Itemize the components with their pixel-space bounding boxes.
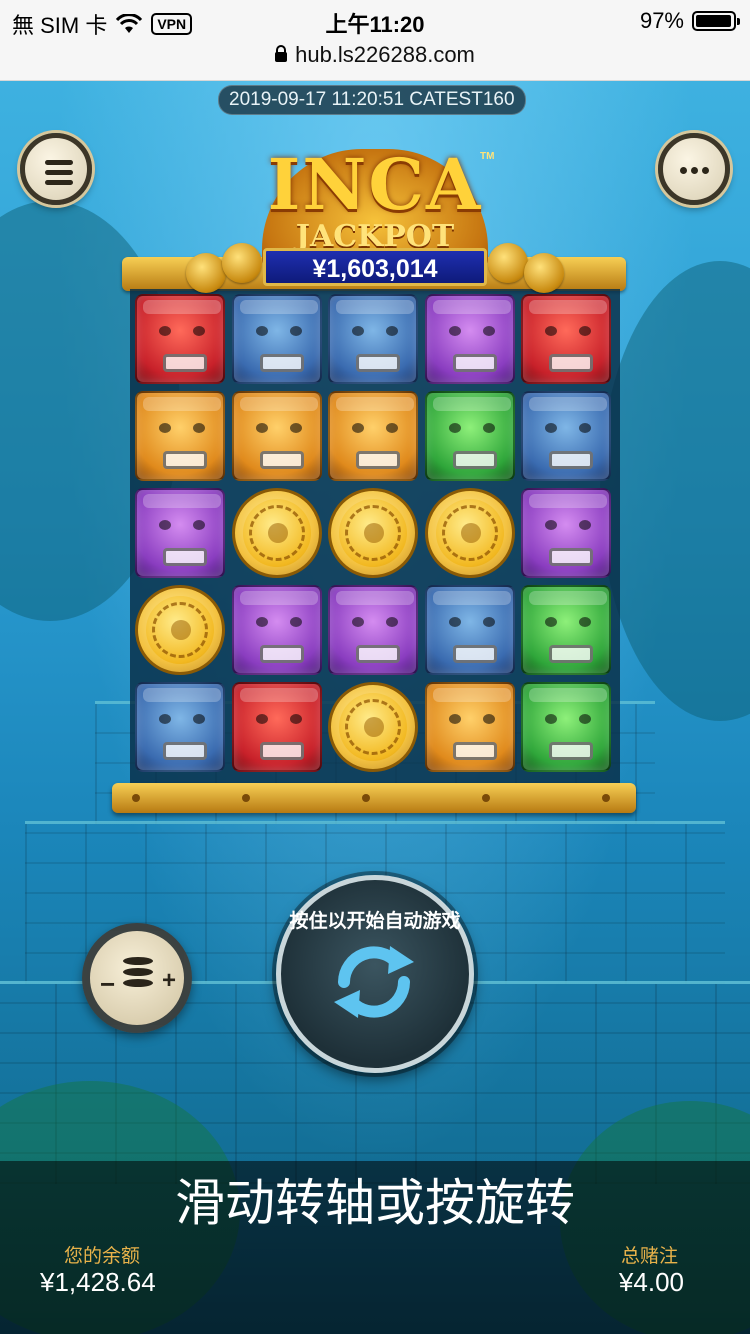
minus-icon: − [100,969,116,999]
blue-mask-symbol [521,391,611,481]
gold-coin-decoration [222,243,262,283]
more-dots-icon [680,167,709,174]
more-options-button[interactable] [658,133,730,205]
clock: 上午11:20 [325,12,425,37]
blue-mask-symbol [424,585,515,675]
green-mask-symbol [424,391,515,481]
gold-coin-decoration [488,243,528,283]
reel-grid[interactable] [130,289,620,785]
gold-coin-symbol [328,488,418,578]
gold-coin-symbol [135,585,225,675]
purple-mask-symbol [521,488,611,578]
balance-label: 您的余额 [64,1246,141,1267]
address-bar[interactable]: hub.ls226288.com [0,42,750,68]
autoplay-hint: 按住以开始自动游戏 [289,911,461,932]
trademark-symbol: TM [480,151,495,162]
battery-level [696,15,731,27]
red-mask-symbol [135,294,225,384]
battery-icon [692,11,740,31]
reel-frame-bottom [112,783,636,813]
game-scene: 2019-09-17 11:20:51 CATEST160 INCA JACKP… [0,81,750,1334]
hamburger-icon [45,160,73,190]
balance-value: ¥1,428.64 [40,1267,156,1297]
game-logo: INCA JACKPOT TM [262,143,494,269]
lock-icon [275,45,288,62]
blue-mask-symbol [231,294,322,384]
green-mask-symbol [521,585,611,675]
gold-coin-decoration [186,253,226,293]
blue-mask-symbol [135,682,225,772]
purple-mask-symbol [135,488,225,578]
total-bet-value: ¥4.00 [618,1267,684,1297]
orange-mask-symbol [424,682,515,772]
browser-status-bar: 無 SIM 卡 VPN 上午11:20 97% hub.ls226288.com [0,0,750,81]
orange-mask-symbol [328,391,418,481]
purple-mask-symbol [231,585,322,675]
orange-mask-symbol [231,391,322,481]
blue-mask-symbol [328,294,418,384]
purple-mask-symbol [424,294,515,384]
spin-arrows-icon [334,946,414,1018]
jackpot-amount: ¥1,603,014 [263,248,487,286]
url-text: hub.ls226288.com [295,42,475,67]
menu-button[interactable] [20,133,92,205]
logo-title: INCA [267,143,483,226]
plus-icon: + [162,967,177,994]
red-mask-symbol [521,294,611,384]
gold-coin-symbol [231,488,322,578]
swipe-hint: 滑动转轴或按旋转 [175,1175,575,1231]
purple-mask-symbol [328,585,418,675]
gold-coin-decoration [524,253,564,293]
total-bet-label: 总赌注 [620,1246,678,1267]
battery-percent: 97% [639,8,684,33]
red-mask-symbol [231,682,322,772]
gold-coin-symbol [328,682,418,772]
jungle-foliage-right [600,261,750,721]
green-mask-symbol [521,682,611,772]
gold-coin-symbol [424,488,515,578]
bet-adjust-button[interactable]: − + [82,923,192,1033]
battery-group: 97% [639,8,740,34]
server-time-badge: 2019-09-17 11:20:51 CATEST160 [218,85,526,115]
spin-button[interactable]: 按住以开始自动游戏 [276,875,474,1073]
coin-stack-icon [123,957,153,999]
orange-mask-symbol [135,391,225,481]
